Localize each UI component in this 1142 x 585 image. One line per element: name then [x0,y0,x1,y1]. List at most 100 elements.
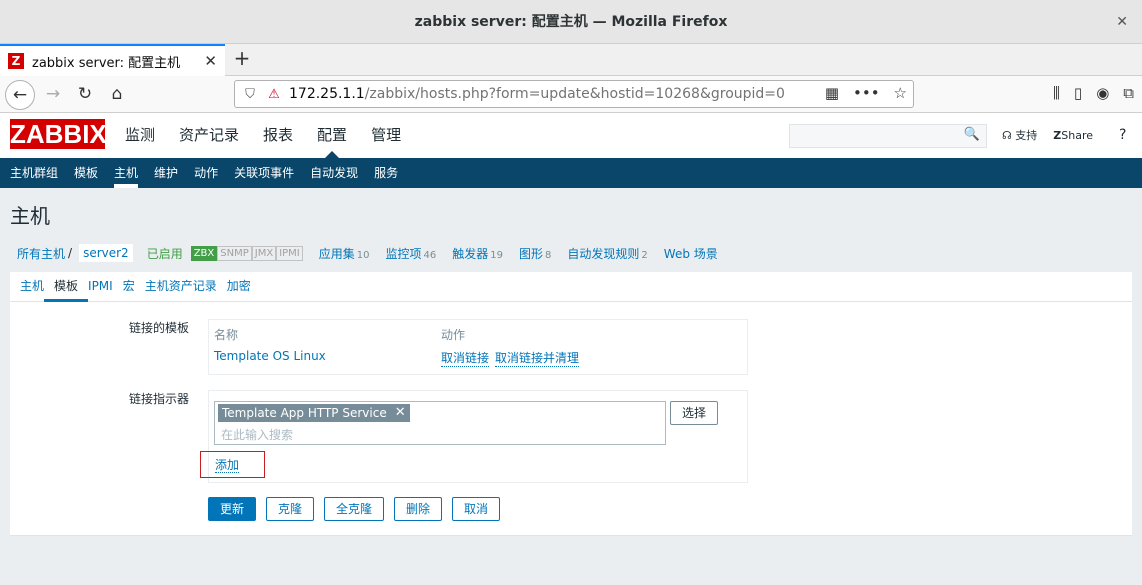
submenu-actions[interactable]: 动作 [194,158,218,188]
link-indicator-label: 链接指示器 [128,392,189,406]
link-count: 2 [641,249,648,261]
menu-inventory[interactable]: 资产记录 [179,113,239,158]
close-icon[interactable]: ✕ [1116,0,1128,44]
library-icon[interactable]: ⫼ [1053,84,1060,102]
main-menu: 监测 资产记录 报表 配置 管理 [125,113,425,158]
submenu-services[interactable]: 服务 [374,158,398,188]
zabbix-logo[interactable]: ZABBIX [10,119,107,149]
home-icon[interactable]: ⌂ [102,80,132,110]
insecure-lock-icon[interactable]: ⚠ [265,87,283,102]
tab-title: zabbix server: 配置主机 [32,55,181,71]
chip-remove-icon[interactable]: ✕ [395,405,406,421]
window-title: zabbix server: 配置主机 — Mozilla Firefox [414,14,728,30]
tab-macros[interactable]: 宏 [123,272,135,301]
browser-tabstrip: Z zabbix server: 配置主机 ✕ + [0,44,1142,76]
qr-code-icon[interactable]: ▦ [825,84,839,102]
submenu-hosts[interactable]: 主机 [114,158,139,188]
link-graphs[interactable]: 图形 8 [519,245,551,262]
link-count: 46 [423,249,437,261]
reload-icon[interactable]: ↻ [70,80,100,110]
add-link[interactable]: 添加 [215,458,240,473]
chip-label: Template App HTTP Service [222,406,387,420]
tab-templates[interactable]: 模板 [44,272,89,302]
link-triggers[interactable]: 触发器 19 [452,245,503,262]
browser-navbar: ← → ↻ ⌂ ⛉ ⚠ 172.25.1.1 /zabbix/hosts.php… [0,76,1142,113]
extension-icon[interactable]: ⧉ [1123,84,1134,102]
host-form-tabs: 主机 模板 IPMI 宏 主机资产记录 加密 [10,272,1132,302]
unlink-link[interactable]: 取消链接 [441,349,490,367]
update-button[interactable]: 更新 [208,497,256,521]
shield-icon[interactable]: ⛉ [241,87,259,102]
full-clone-button[interactable]: 全克隆 [324,497,384,521]
availability-badges: ZBX SNMP JMX IPMI [190,245,303,261]
template-name-link[interactable]: Template OS Linux [214,349,326,363]
bookmark-star-icon[interactable]: ☆ [894,84,907,102]
link-indicator-box: Template App HTTP Service ✕ 在此输入搜索 选择 添加 [200,390,748,483]
breadcrumb: 所有主机 / server2 已启用 ZBX SNMP JMX IPMI 应用集… [0,234,1142,264]
window-titlebar: zabbix server: 配置主机 — Mozilla Firefox ✕ [0,0,1142,44]
clone-button[interactable]: 克隆 [266,497,314,521]
delete-button[interactable]: 删除 [394,497,442,521]
share-label: Share [1061,129,1094,142]
tab-ipmi[interactable]: IPMI [88,272,113,301]
tab-close-icon[interactable]: ✕ [204,52,217,70]
cancel-button[interactable]: 取消 [452,497,500,521]
support-link[interactable]: ☊ 支持 [1002,113,1037,158]
share-link[interactable]: ZShare [1053,113,1093,158]
menu-monitoring[interactable]: 监测 [125,113,155,158]
link-label: 图形 [519,246,544,261]
sub-menu: 主机群组 模板 主机 维护 动作 关联项事件 自动发现 服务 [0,158,1142,188]
browser-tab[interactable]: Z zabbix server: 配置主机 ✕ [0,44,225,76]
url-host: 172.25.1.1 [289,86,365,102]
link-label: 自动发现规则 [567,246,640,261]
templates-tab-content: 链接的模板 名称 动作 Template OS Linux 取消链接 取消链接并… [10,302,1132,536]
back-icon[interactable]: ← [5,80,35,110]
breadcrumb-current-host[interactable]: server2 [79,244,133,262]
page-title: 主机 [10,204,50,228]
support-label: 支持 [1015,129,1038,142]
submenu-host-groups[interactable]: 主机群组 [10,158,58,188]
search-icon[interactable]: 🔍 [964,127,980,142]
link-label: 应用集 [318,246,355,261]
menu-configuration[interactable]: 配置 [317,113,347,158]
help-link[interactable]: ? [1119,113,1126,158]
badge-jmx: JMX [251,245,277,261]
url-bar[interactable]: ⛉ ⚠ 172.25.1.1 /zabbix/hosts.php?form=up… [234,80,914,108]
submenu-templates[interactable]: 模板 [74,158,98,188]
link-label: 监控项 [385,246,422,261]
add-link-highlight: 添加 [200,451,265,478]
sidebar-icon[interactable]: ▯ [1074,84,1082,102]
tab-inventory[interactable]: 主机资产记录 [145,272,217,301]
search-input[interactable]: 在此输入搜索 [221,426,293,443]
template-multiselect[interactable]: Template App HTTP Service ✕ 在此输入搜索 [214,401,666,445]
linked-templates-label: 链接的模板 [128,321,189,335]
link-items[interactable]: 监控项 46 [386,245,437,262]
tab-encryption[interactable]: 加密 [227,272,251,301]
link-discovery-rules[interactable]: 自动发现规则 2 [567,245,647,262]
link-web-scenarios[interactable]: Web 场景 [664,245,718,262]
global-search-input[interactable]: 🔍 [789,124,987,148]
badge-zbx: ZBX [190,245,218,261]
submenu-maintenance[interactable]: 维护 [154,158,178,188]
unlink-clear-link[interactable]: 取消链接并清理 [495,349,580,367]
selected-template-chip: Template App HTTP Service ✕ [218,404,410,422]
page-actions-icon[interactable]: ••• [853,84,880,102]
form-buttons: 更新 克隆 全克隆 删除 取消 [208,497,500,521]
breadcrumb-all-hosts[interactable]: 所有主机 [17,245,65,262]
tab-host[interactable]: 主机 [20,272,44,301]
menu-reports[interactable]: 报表 [263,113,293,158]
linked-templates-table: 名称 动作 Template OS Linux 取消链接 取消链接并清理 [208,319,748,375]
new-tab-icon[interactable]: + [232,46,252,70]
col-name-header: 名称 [214,328,239,342]
forward-icon[interactable]: → [38,80,68,110]
link-count: 8 [545,249,552,261]
link-count: 19 [490,249,504,261]
account-icon[interactable]: ◉ [1096,84,1109,102]
badge-snmp: SNMP [217,245,252,261]
link-applications[interactable]: 应用集 10 [319,245,370,262]
submenu-discovery[interactable]: 自动发现 [310,158,358,188]
link-label: Web 场景 [663,246,718,261]
menu-administration[interactable]: 管理 [371,113,401,158]
select-button[interactable]: 选择 [670,401,718,425]
submenu-correlation[interactable]: 关联项事件 [234,158,294,188]
